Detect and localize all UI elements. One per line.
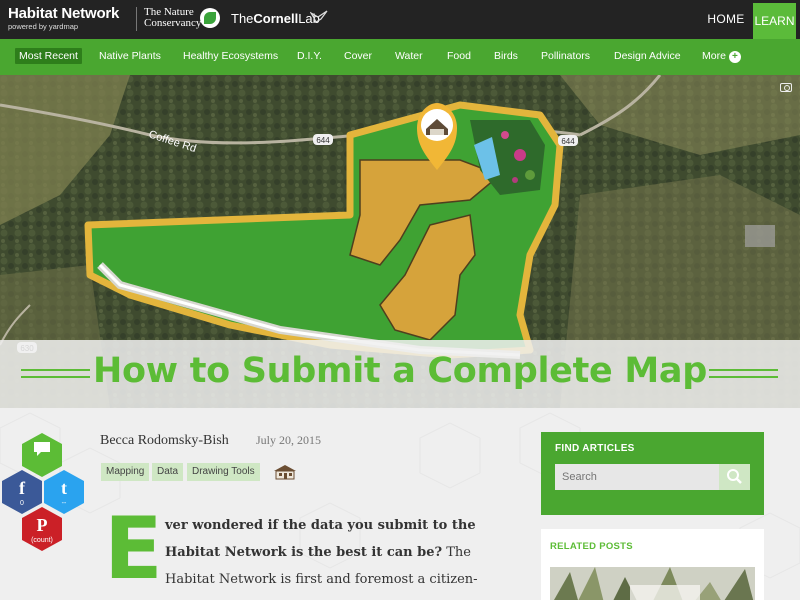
related-post-thumbnail[interactable]	[550, 567, 755, 600]
find-articles-widget: FIND ARTICLES	[541, 432, 764, 515]
category-native-plants[interactable]: Native Plants	[99, 50, 161, 62]
camera-icon[interactable]	[780, 83, 792, 92]
partner2-bold: Cornell	[253, 11, 299, 26]
intro-line2-rest: The	[442, 545, 471, 560]
article-title: How to Submit a Complete Map	[93, 351, 707, 391]
brand-subtitle: powered by yardmap	[8, 22, 79, 31]
category-food[interactable]: Food	[447, 50, 471, 62]
category-healthy-ecosystems[interactable]: Healthy Ecosystems	[183, 50, 278, 62]
intro-line1: ver wondered if the data you submit to t…	[165, 518, 476, 533]
intro-line3: Habitat Network is first and foremost a …	[165, 572, 478, 587]
nature-conservancy-logo[interactable]: The Nature Conservancy	[144, 7, 201, 29]
leaf-icon	[200, 8, 220, 28]
article-date: July 20, 2015	[256, 433, 322, 447]
cornell-lab-logo[interactable]: TheCornellLab	[231, 11, 320, 26]
hero-map-image: 644 644 630 Coffee Rd How to Submit a Co…	[0, 75, 800, 408]
title-band: How to Submit a Complete Map	[0, 340, 800, 408]
route-shield-label: 644	[316, 136, 330, 145]
tag-data[interactable]: Data	[152, 463, 184, 481]
category-most-recent[interactable]: Most Recent	[15, 48, 82, 64]
route-shield-label: 644	[561, 137, 575, 146]
find-articles-heading: FIND ARTICLES	[555, 443, 635, 454]
habitat-network-logo[interactable]: Habitat Network powered by yardmap	[8, 5, 120, 32]
intro-line2-bold: Habitat Network is the best it can be?	[165, 545, 443, 560]
tag-drawing-tools[interactable]: Drawing Tools	[187, 463, 260, 481]
category-design-advice[interactable]: Design Advice	[614, 50, 681, 62]
category-cover[interactable]: Cover	[344, 50, 372, 62]
partner2-prefix: The	[231, 11, 254, 26]
nav-home-link[interactable]: HOME	[702, 0, 750, 39]
tag-mapping[interactable]: Mapping	[101, 463, 150, 481]
category-diy[interactable]: D.I.Y.	[297, 50, 322, 62]
category-nav: Most Recent Native Plants Healthy Ecosys…	[0, 39, 800, 75]
title-decoration-right	[709, 369, 778, 378]
category-birds[interactable]: Birds	[494, 50, 518, 62]
article-intro: ver wondered if the data you submit to t…	[165, 512, 505, 593]
top-bar: Habitat Network powered by yardmap The N…	[0, 0, 800, 39]
drop-cap: E	[104, 499, 163, 599]
related-posts-widget: RELATED POSTS	[541, 529, 764, 600]
category-pollinators[interactable]: Pollinators	[541, 50, 590, 62]
house-icon	[274, 465, 296, 480]
search-icon	[727, 469, 742, 484]
plus-icon: +	[728, 51, 741, 63]
search-button[interactable]	[719, 464, 750, 490]
nav-learn-link[interactable]: LEARN	[753, 3, 796, 39]
brand-title: Habitat Network	[8, 5, 120, 22]
article-content: Becca Rodomsky-Bish July 20, 2015 Mappin…	[0, 408, 800, 600]
article-author[interactable]: Becca Rodomsky-Bish	[100, 433, 229, 449]
related-posts-heading: RELATED POSTS	[550, 541, 633, 552]
partner1-line2: Conservancy	[144, 17, 202, 29]
search-input[interactable]	[555, 464, 719, 490]
category-more-label: More	[702, 50, 726, 62]
bird-icon	[309, 10, 328, 26]
logo-divider	[136, 7, 137, 31]
category-more[interactable]: More +	[702, 50, 741, 63]
category-water[interactable]: Water	[395, 50, 423, 62]
